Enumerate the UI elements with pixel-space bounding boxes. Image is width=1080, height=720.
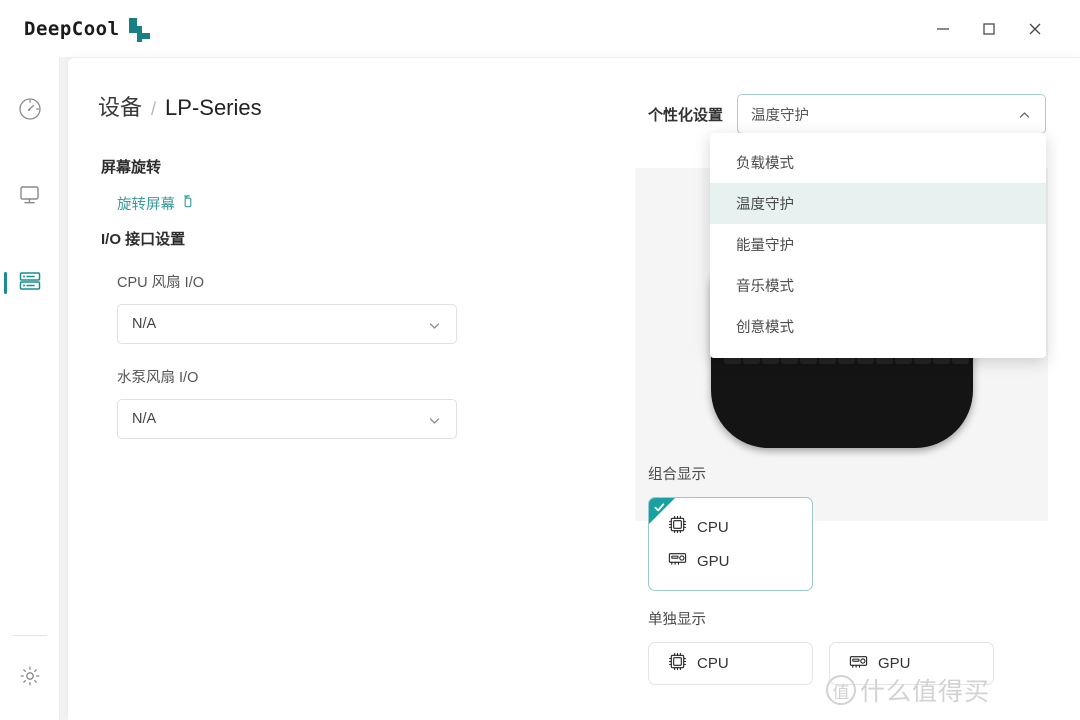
single-display-options: CPU GPU [648, 642, 994, 685]
sidebar-item-dashboard[interactable] [0, 83, 60, 139]
brand-logo: DeepCool [24, 16, 150, 42]
chevron-up-icon [1017, 108, 1032, 128]
settings-column: 屏幕旋转 旋转屏幕 I/O 接口设置 CPU 风扇 I/O N/A 水泵风扇 I… [101, 156, 521, 439]
rotate-screen-link[interactable]: 旋转屏幕 [117, 193, 195, 214]
combined-display-title: 组合显示 [648, 467, 706, 483]
rotate-screen-label: 旋转屏幕 [117, 197, 175, 213]
sidebar-items [0, 57, 59, 311]
combined-option-gpu-label: GPU [697, 552, 730, 570]
combined-display-section: 组合显示 CPU GPU [648, 463, 813, 591]
combined-display-card[interactable]: CPU GPU [648, 497, 813, 591]
io-field-pump-fan-value: N/A [132, 411, 157, 427]
screen-rotation-title: 屏幕旋转 [101, 159, 162, 176]
io-field-pump-fan-select[interactable]: N/A [117, 399, 457, 439]
gpu-card-icon [848, 651, 869, 677]
dropdown-option-3[interactable]: 音乐模式 [710, 265, 1046, 306]
io-field-cpu-fan-label: CPU 风扇 I/O [117, 275, 205, 291]
io-field-pump-fan: 水泵风扇 I/O N/A [101, 366, 521, 439]
active-indicator [4, 272, 7, 294]
brand-logo-text: DeepCool [24, 17, 120, 40]
combined-option-cpu-label: CPU [697, 518, 729, 536]
breadcrumb: 设备 / LP-Series [98, 90, 262, 122]
io-field-pump-fan-label: 水泵风扇 I/O [117, 370, 199, 386]
personalization-select[interactable]: 温度守护 [737, 94, 1046, 134]
dropdown-option-1[interactable]: 温度守护 [710, 183, 1046, 224]
chevron-down-icon [427, 318, 442, 338]
sidebar-rail [0, 57, 60, 720]
single-option-cpu-label: CPU [697, 655, 729, 672]
personalization-label: 个性化设置 [647, 106, 723, 124]
dropdown-option-4[interactable]: 创意模式 [710, 306, 1046, 347]
single-option-gpu[interactable]: GPU [829, 642, 994, 685]
monitor-icon [17, 182, 43, 213]
single-display-title: 单独显示 [648, 612, 706, 628]
check-icon [653, 501, 666, 519]
cpu-chip-icon [667, 651, 688, 677]
single-display-section: 单独显示 CPU GPU [648, 608, 994, 685]
dashboard-gauge-icon [17, 96, 43, 127]
single-option-gpu-label: GPU [878, 655, 911, 672]
dropdown-option-2[interactable]: 能量守护 [710, 224, 1046, 265]
personalization-select-value: 温度守护 [751, 107, 809, 124]
personalization-row: 个性化设置 温度守护 [648, 94, 1046, 134]
io-field-cpu-fan-value: N/A [132, 316, 157, 332]
maximize-button[interactable] [966, 7, 1012, 51]
sidebar-divider [13, 635, 47, 636]
gear-icon [18, 664, 42, 693]
single-option-cpu[interactable]: CPU [648, 642, 813, 685]
minimize-button[interactable] [920, 7, 966, 51]
sidebar-item-settings[interactable] [0, 650, 60, 706]
app-window: DeepCool 设备 / LP-Series 个性化设置 温度守护 屏幕旋转 … [0, 0, 1080, 720]
sidebar-footer [0, 635, 60, 706]
breadcrumb-current: LP-Series [165, 95, 262, 120]
breadcrumb-separator: / [151, 99, 157, 119]
chevron-down-icon [427, 413, 442, 433]
close-button[interactable] [1012, 7, 1058, 51]
title-bar: DeepCool [0, 0, 1080, 57]
server-list-icon [17, 268, 43, 299]
window-controls [920, 0, 1080, 57]
combined-option-gpu[interactable]: GPU [649, 544, 812, 578]
sidebar-item-devices[interactable] [0, 255, 60, 311]
breadcrumb-root[interactable]: 设备 [98, 90, 142, 122]
io-field-cpu-fan-select[interactable]: N/A [117, 304, 457, 344]
deepcool-mark-icon [128, 16, 150, 42]
io-settings-title: I/O 接口设置 [101, 231, 186, 248]
gpu-card-icon [667, 548, 688, 574]
sidebar-item-monitor[interactable] [0, 169, 60, 225]
io-field-cpu-fan: CPU 风扇 I/O N/A [101, 271, 521, 344]
dropdown-option-0[interactable]: 负载模式 [710, 142, 1046, 183]
personalization-dropdown: 负载模式 温度守护 能量守护 音乐模式 创意模式 [710, 133, 1046, 358]
rotate-screen-icon [180, 194, 195, 213]
